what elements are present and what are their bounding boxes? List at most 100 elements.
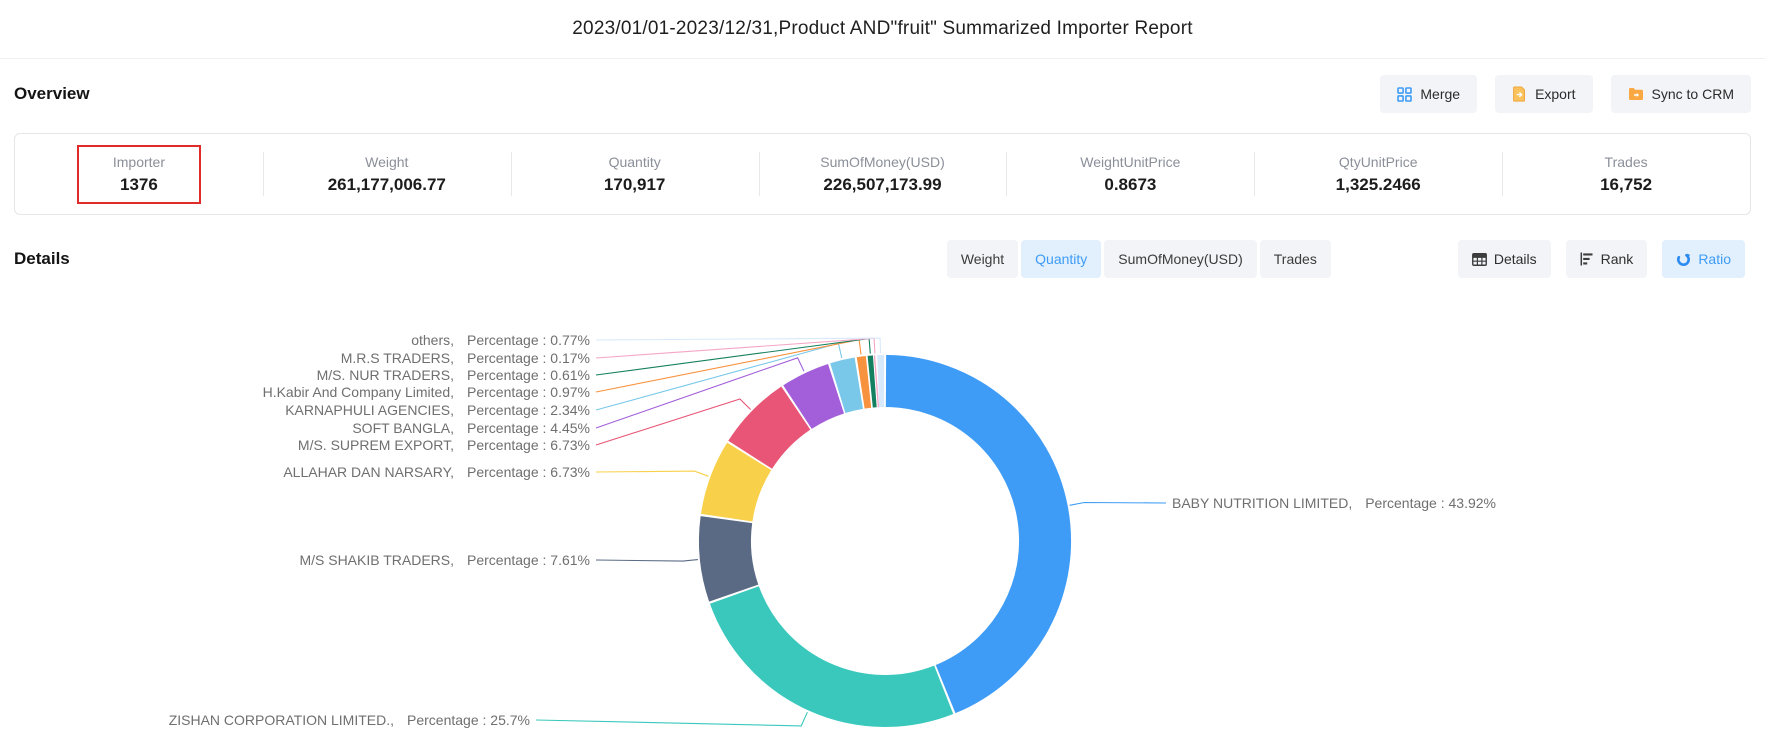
pie-label-percentage: Percentage : 0.97% (467, 384, 590, 400)
page-title: 2023/01/01-2023/12/31,Product AND"fruit"… (572, 18, 1192, 40)
details-heading: Details (14, 249, 70, 269)
pie-slice-allahar-dan-narsary[interactable] (727, 456, 750, 517)
stat-importer: Importer1376 (15, 134, 263, 214)
pie-slice-baby-nutrition-limited[interactable] (886, 381, 1045, 689)
button-label: Sync to CRM (1652, 86, 1734, 102)
stat-value: 0.8673 (1104, 175, 1156, 195)
stat-box: SumOfMoney(USD) 226,507,173.99 (784, 145, 980, 204)
export-icon (1512, 86, 1527, 102)
sync-to-crm-icon (1628, 87, 1644, 101)
pie-label-name: M/S. SUPREM EXPORT, (298, 437, 454, 453)
stat-box: WeightUnitPrice 0.8673 (1044, 145, 1216, 204)
stat-value: 1,325.2466 (1336, 175, 1421, 195)
donut-chart-canvas (0, 280, 1765, 741)
stat-label: WeightUnitPrice (1080, 154, 1180, 170)
stat-box: Quantity 170,917 (568, 145, 701, 204)
pie-label-name: M.R.S TRADERS, (341, 350, 454, 366)
tab-weight[interactable]: Weight (947, 240, 1018, 278)
stat-value: 170,917 (604, 175, 665, 195)
ratio-icon (1676, 252, 1691, 267)
stat-value: 261,177,006.77 (328, 175, 446, 195)
view-tab-group: Details Rank Ratio (1458, 240, 1745, 278)
pie-slice-h-kabir-and-company-limited[interactable] (861, 382, 869, 383)
stat-box: Trades16,752 (1564, 145, 1688, 204)
stat-weight: Weight 261,177,006.77 (263, 134, 511, 214)
pie-label-percentage: Percentage : 6.73% (467, 437, 590, 453)
stat-label: Quantity (609, 154, 661, 170)
details-header-row: Details Weight Quantity SumOfMoney(USD) Tra… (14, 236, 1745, 282)
pie-label-percentage: Percentage : 0.61% (467, 367, 590, 383)
stat-qtyunitprice: QtyUnitPrice 1,325.2466 (1254, 134, 1502, 214)
overview-header-row: Overview Merge Export Sync to CRM (14, 70, 1751, 118)
tab-label: Details (1494, 251, 1537, 267)
pie-slice-m-s-shakib-traders[interactable] (725, 520, 734, 594)
pie-label-soft-bangla: SOFT BANGLA,Percentage : 4.45% (352, 420, 590, 436)
overview-stats-card: Importer1376 Weight 261,177,006.77 Quantity… (14, 133, 1751, 215)
pie-label-others: others, Percentage : 0.77% (411, 332, 590, 348)
table-icon (1472, 253, 1487, 266)
pie-label-percentage: Percentage : 2.34% (467, 402, 590, 418)
report-title-bar: 2023/01/01-2023/12/31,Product AND"fruit"… (0, 0, 1765, 59)
pie-label-zishan-corporation-limited: ZISHAN CORPORATION LIMITED.,Percentage :… (169, 712, 530, 728)
stat-box: Weight 261,177,006.77 (292, 145, 482, 204)
pie-label-name: M/S SHAKIB TRADERS, (299, 552, 454, 568)
pie-label-percentage: Percentage : 0.17% (467, 350, 590, 366)
pie-label-line-allahar-dan-narsary (596, 471, 709, 476)
tab-sumofmoney-usd[interactable]: SumOfMoney(USD) (1104, 240, 1256, 278)
pie-slice-karnaphuli-agencies[interactable] (838, 383, 859, 388)
export-button[interactable]: Export (1495, 75, 1592, 113)
pie-label-allahar-dan-narsary: ALLAHAR DAN NARSARY, Percentage : 6.73% (283, 464, 590, 480)
pie-label-name: KARNAPHULI AGENCIES, (285, 402, 454, 418)
tab-label: Rank (1601, 251, 1634, 267)
stat-value: 226,507,173.99 (823, 175, 941, 195)
stat-value: 1376 (120, 175, 158, 195)
tab-quantity[interactable]: Quantity (1021, 240, 1101, 278)
pie-label-percentage: Percentage : 25.7% (407, 712, 530, 728)
stat-sumofmoney-usd: SumOfMoney(USD) 226,507,173.99 (759, 134, 1007, 214)
pie-label-m-s-suprem-export: M/S. SUPREM EXPORT, Percentage : 6.73% (298, 437, 590, 453)
pie-label-percentage: Percentage : 6.73% (467, 464, 590, 480)
pie-slice-zishan-corporation-limited[interactable] (734, 595, 943, 701)
stat-label: Weight (365, 154, 408, 170)
pie-label-name: H.Kabir And Company Limited, (263, 384, 454, 400)
stat-label: SumOfMoney(USD) (820, 154, 944, 170)
tab-label: Weight (961, 251, 1004, 267)
rank-icon (1580, 252, 1594, 266)
stat-quantity: Quantity 170,917 (511, 134, 759, 214)
tab-zone: Weight Quantity SumOfMoney(USD) Trades Deta… (947, 240, 1745, 278)
tab-label: SumOfMoney(USD) (1118, 251, 1242, 267)
pie-label-line-zishan-corporation-limited (536, 712, 807, 726)
button-label: Export (1535, 86, 1575, 102)
tab-label: Quantity (1035, 251, 1087, 267)
sync-to-crm-button[interactable]: Sync to CRM (1611, 75, 1751, 113)
pie-label-name: ALLAHAR DAN NARSARY, (283, 464, 454, 480)
pie-slice-soft-bangla[interactable] (798, 389, 837, 407)
tab-trades[interactable]: Trades (1260, 240, 1331, 278)
pie-label-m-r-s-traders: M.R.S TRADERS, Percentage : 0.17% (341, 350, 590, 366)
pie-label-percentage: Percentage : 4.45% (467, 420, 590, 436)
pie-label-m-s-shakib-traders: M/S SHAKIB TRADERS, Percentage : 7.61% (299, 552, 590, 568)
stat-label: QtyUnitPrice (1339, 154, 1418, 170)
view-tab-details[interactable]: Details (1458, 240, 1551, 278)
tab-label: Ratio (1698, 251, 1731, 267)
pie-label-percentage: Percentage : 7.61% (467, 552, 590, 568)
merge-icon (1397, 87, 1412, 102)
overview-heading: Overview (14, 84, 90, 104)
pie-label-karnaphuli-agencies: KARNAPHULI AGENCIES, Percentage : 2.34% (285, 402, 590, 418)
pie-label-percentage: Percentage : 0.77% (467, 332, 590, 348)
pie-label-name: others, (411, 332, 454, 348)
ratio-donut-chart: BABY NUTRITION LIMITED,Percentage : 43.9… (0, 280, 1765, 741)
pie-label-line-baby-nutrition-limited (1070, 503, 1166, 506)
view-tab-ratio[interactable]: Ratio (1662, 240, 1745, 278)
pie-label-h-kabir-and-company-limited: H.Kabir And Company Limited, Percentage :… (263, 384, 590, 400)
pie-label-baby-nutrition-limited: BABY NUTRITION LIMITED,Percentage : 43.9… (1172, 495, 1496, 511)
pie-slice-m-s-suprem-export[interactable] (750, 408, 796, 455)
pie-label-line-m-s-shakib-traders (596, 560, 698, 562)
merge-button[interactable]: Merge (1380, 75, 1477, 113)
stat-trades: Trades16,752 (1502, 134, 1750, 214)
pie-label-percentage: Percentage : 43.92% (1365, 495, 1496, 511)
view-tab-rank[interactable]: Rank (1566, 240, 1648, 278)
button-label: Merge (1420, 86, 1460, 102)
toolbar: Merge Export Sync to CRM (1380, 75, 1751, 113)
pie-label-line-m-r-s-traders (596, 338, 875, 358)
